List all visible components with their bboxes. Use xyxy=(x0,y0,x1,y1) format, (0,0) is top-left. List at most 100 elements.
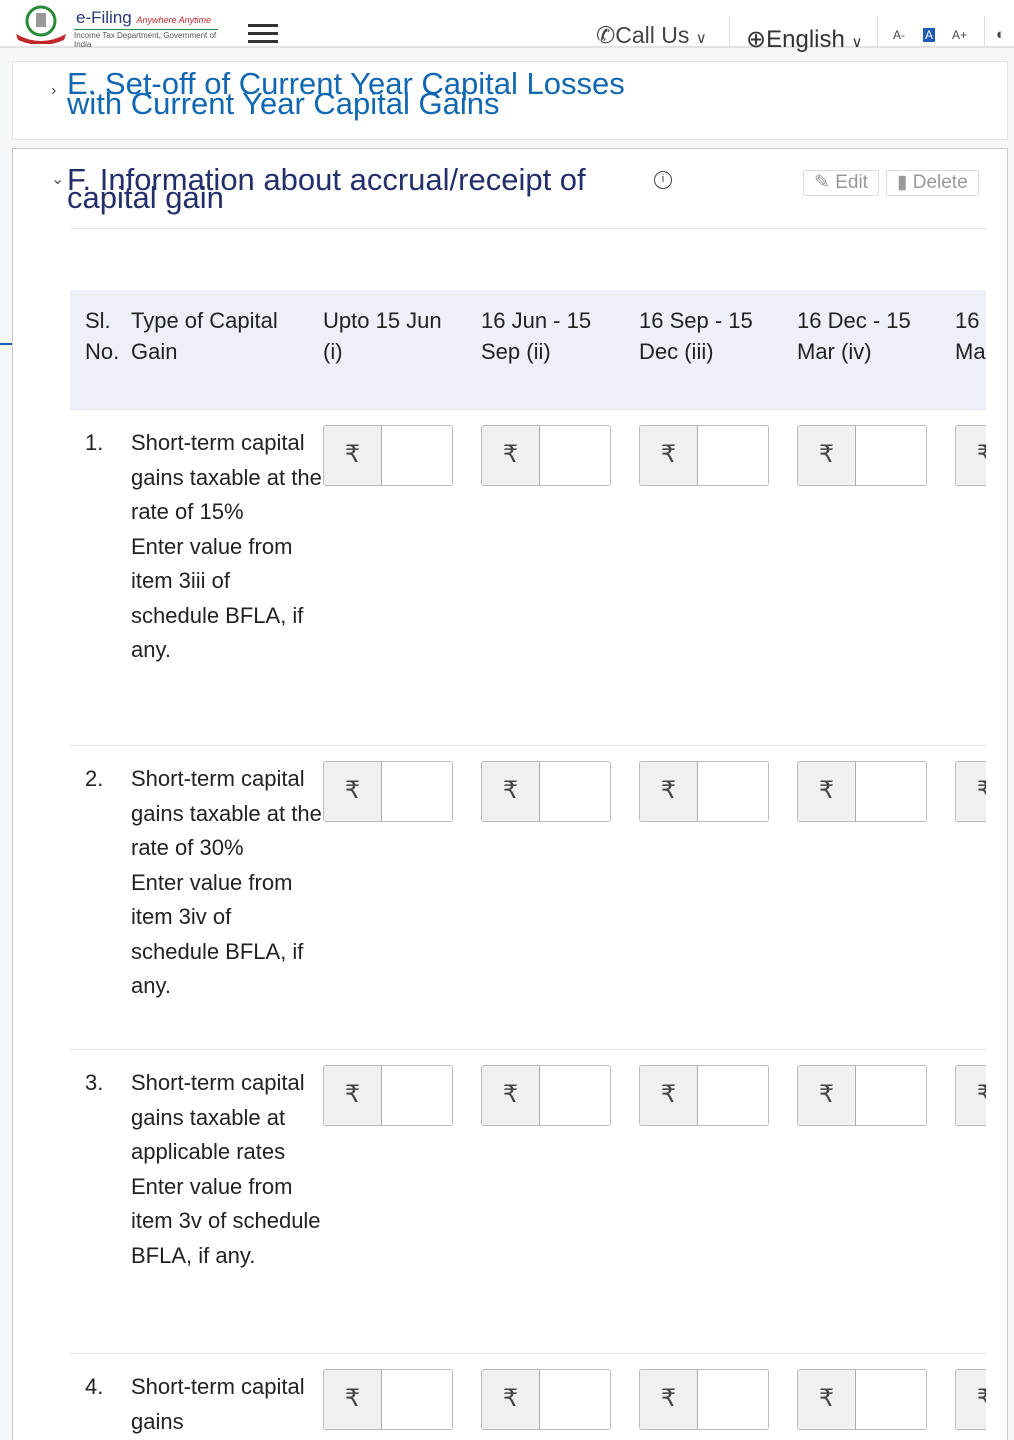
brand-subtitle: Income Tax Department, Government of Ind… xyxy=(74,29,218,49)
edit-button[interactable]: ✎ Edit xyxy=(803,170,879,196)
rupee-icon: ₹ xyxy=(324,762,382,821)
header-period-2: 16 Jun - 15 Sep (ii) xyxy=(481,308,592,364)
phone-icon: ✆ xyxy=(596,22,616,48)
language-dropdown[interactable]: ⊕English ∨ xyxy=(746,25,862,54)
amount-input-period-4[interactable] xyxy=(856,1066,926,1125)
rupee-icon: ₹ xyxy=(798,1066,856,1125)
amount-input-period-3[interactable] xyxy=(698,762,768,821)
rupee-icon: ₹ xyxy=(640,1370,698,1429)
amount-input-group: ₹ xyxy=(797,761,927,822)
amount-input-group: ₹ xyxy=(323,1065,453,1126)
row-sl-no: 3. xyxy=(85,1070,104,1095)
amount-input-group: ₹ xyxy=(639,1369,769,1430)
divider xyxy=(729,16,730,48)
amount-input-group: ₹ xyxy=(955,1065,986,1126)
brand[interactable]: e-Filing Anywhere Anytime xyxy=(76,8,211,28)
header-period-3: 16 Sep - 15 Dec (iii) xyxy=(639,308,753,364)
rupee-icon: ₹ xyxy=(956,1066,986,1125)
call-us-label: Call Us xyxy=(615,22,690,48)
divider xyxy=(71,228,987,229)
amount-input-period-2[interactable] xyxy=(540,1066,610,1125)
chevron-down-icon: ∨ xyxy=(851,34,863,51)
font-decrease-button[interactable]: A- xyxy=(893,28,905,42)
row-sl-no: 2. xyxy=(85,766,104,791)
amount-input-period-2[interactable] xyxy=(540,426,610,485)
rupee-icon: ₹ xyxy=(482,426,540,485)
call-us-dropdown[interactable]: ✆Call Us ∨ xyxy=(596,22,707,49)
rupee-icon: ₹ xyxy=(324,1066,382,1125)
rupee-icon: ₹ xyxy=(324,1370,382,1429)
divider xyxy=(984,16,985,48)
rupee-icon: ₹ xyxy=(956,1370,986,1429)
amount-input-period-1[interactable] xyxy=(382,1370,452,1429)
amount-input-period-2[interactable] xyxy=(540,1370,610,1429)
amount-input-group: ₹ xyxy=(955,425,986,486)
info-icon[interactable]: i xyxy=(654,171,672,189)
amount-input-period-3[interactable] xyxy=(698,1066,768,1125)
brand-tagline: Anywhere Anytime xyxy=(136,15,212,25)
rupee-icon: ₹ xyxy=(640,762,698,821)
row-hint: Enter value from item 3iii of schedule B… xyxy=(131,533,304,663)
font-increase-button[interactable]: A+ xyxy=(952,28,967,42)
table-row: 4. Short-term capital gains ₹ ₹ ₹ ₹ ₹ xyxy=(70,1354,986,1439)
header-period-1: Upto 15 Jun (i) xyxy=(323,308,442,364)
amount-input-period-2[interactable] xyxy=(540,762,610,821)
row-type: Short-term capital gains xyxy=(131,1374,305,1434)
table-row: 3. Short-term capital gains taxable at a… xyxy=(70,1050,986,1354)
section-e-title[interactable]: E. Set-off of Current Year Capital Losse… xyxy=(67,68,667,119)
table-header-row: Sl. No. Type of Capital Gain Upto 15 Jun… xyxy=(70,290,986,410)
rupee-icon: ₹ xyxy=(482,1370,540,1429)
amount-input-period-3[interactable] xyxy=(698,1370,768,1429)
capital-gain-accrual-table: Sl. No. Type of Capital Gain Upto 15 Jun… xyxy=(70,290,986,1439)
font-normal-button[interactable]: A xyxy=(923,28,936,42)
amount-input-period-1[interactable] xyxy=(382,426,452,485)
amount-input-period-1[interactable] xyxy=(382,1066,452,1125)
row-sl-no: 1. xyxy=(85,430,104,455)
hamburger-menu-icon[interactable] xyxy=(248,24,278,44)
amount-input-group: ₹ xyxy=(323,1369,453,1430)
amount-input-group: ₹ xyxy=(481,1369,611,1430)
amount-input-group: ₹ xyxy=(481,761,611,822)
row-type: Short-term capital gains taxable at appl… xyxy=(131,1070,305,1164)
amount-input-group: ₹ xyxy=(955,1369,986,1430)
emblem-logo xyxy=(16,5,66,44)
rupee-icon: ₹ xyxy=(640,426,698,485)
row-sl-no: 4. xyxy=(85,1374,104,1399)
chevron-down-icon[interactable]: ⌄ xyxy=(51,169,64,189)
brand-name: e-Filing xyxy=(76,8,132,27)
delete-label: Delete xyxy=(912,172,968,193)
amount-input-period-4[interactable] xyxy=(856,1370,926,1429)
amount-input-period-1[interactable] xyxy=(382,762,452,821)
rupee-icon: ₹ xyxy=(798,1370,856,1429)
header-period-4: 16 Dec - 15 Mar (iv) xyxy=(797,308,911,364)
rupee-icon: ₹ xyxy=(798,426,856,485)
section-f-title[interactable]: F. Information about accrual/receipt of … xyxy=(67,164,627,213)
table-row: 1. Short-term capital gains taxable at t… xyxy=(70,410,986,746)
section-e-card[interactable]: › E. Set-off of Current Year Capital Los… xyxy=(12,61,1008,140)
row-hint: Enter value from item 3iv of schedule BF… xyxy=(131,869,304,999)
chevron-down-icon: ∨ xyxy=(695,30,707,47)
divider xyxy=(877,16,878,48)
amount-input-group: ₹ xyxy=(639,425,769,486)
delete-button[interactable]: ▮ Delete xyxy=(886,170,979,196)
amount-input-group: ₹ xyxy=(639,1065,769,1126)
edit-label: Edit xyxy=(835,172,868,193)
amount-input-group: ₹ xyxy=(797,1065,927,1126)
rupee-icon: ₹ xyxy=(956,762,986,821)
rupee-icon: ₹ xyxy=(956,426,986,485)
amount-input-period-4[interactable] xyxy=(856,762,926,821)
amount-input-group: ₹ xyxy=(797,1369,927,1430)
contrast-toggle-icon[interactable]: ◐ xyxy=(996,26,1005,43)
top-header: e-Filing Anywhere Anytime Income Tax Dep… xyxy=(0,0,1014,53)
row-type: Short-term capital gains taxable at the … xyxy=(131,430,322,524)
rupee-icon: ₹ xyxy=(482,762,540,821)
rupee-icon: ₹ xyxy=(482,1066,540,1125)
amount-input-period-4[interactable] xyxy=(856,426,926,485)
rupee-icon: ₹ xyxy=(324,426,382,485)
header-type: Type of Capital Gain xyxy=(131,308,278,364)
amount-input-group: ₹ xyxy=(323,425,453,486)
amount-input-period-3[interactable] xyxy=(698,426,768,485)
language-label: English xyxy=(766,26,845,53)
amount-input-group: ₹ xyxy=(481,1065,611,1126)
chevron-right-icon[interactable]: › xyxy=(51,82,56,100)
